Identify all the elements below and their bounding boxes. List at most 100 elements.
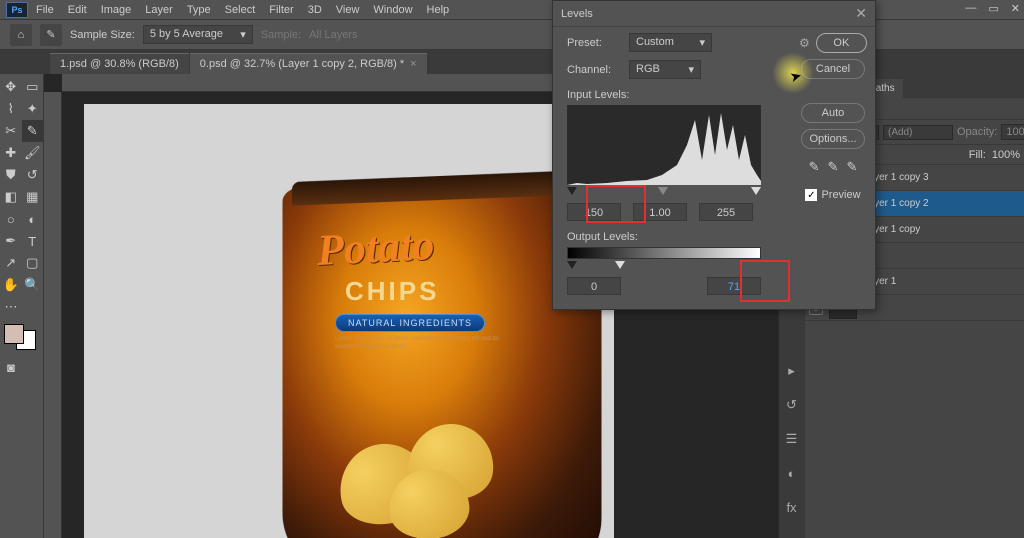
move-tool[interactable]: ✥ — [0, 76, 22, 98]
pen-tool[interactable]: ✒ — [0, 230, 22, 252]
input-sliders[interactable] — [567, 187, 761, 199]
menu-layer[interactable]: Layer — [145, 4, 173, 16]
eraser-tool[interactable]: ◧ — [0, 186, 22, 208]
fill-label: Fill: — [969, 149, 986, 161]
eyedropper-tool[interactable]: ✎ — [22, 120, 44, 142]
output-black-field[interactable]: 0 — [567, 277, 621, 295]
all-layers-label: All Layers — [309, 29, 357, 41]
tab-0psd[interactable]: 0.psd @ 32.7% (Layer 1 copy 2, RGB/8) *× — [190, 53, 427, 74]
menu-image[interactable]: Image — [101, 4, 132, 16]
styles-panel-icon[interactable]: fx — [783, 498, 801, 516]
home-icon[interactable]: ⌂ — [10, 24, 32, 46]
fill-value[interactable]: 100% — [992, 149, 1020, 161]
window-controls: — ▭ ✕ — [965, 2, 1020, 15]
lasso-tool[interactable]: ⌇ — [0, 98, 22, 120]
history-brush-tool[interactable]: ↺ — [22, 164, 44, 186]
cancel-button[interactable]: Cancel — [801, 59, 865, 79]
adjustments-panel-icon[interactable]: ◐ — [783, 464, 801, 482]
check-icon: ✓ — [805, 189, 817, 201]
product-subtext: Lorem ipsum dolor sit amet, consectetur … — [335, 336, 515, 352]
menu-select[interactable]: Select — [225, 4, 256, 16]
dodge-tool[interactable]: ◐ — [22, 208, 44, 230]
histogram[interactable] — [567, 105, 761, 185]
channel-label: Channel: — [567, 64, 621, 76]
eyedropper-row: ✎ ✎ ✎ — [809, 159, 858, 175]
opacity-label: Opacity: — [957, 126, 997, 138]
menu-3d[interactable]: 3D — [308, 4, 322, 16]
chips-pile — [339, 414, 519, 534]
auto-button[interactable]: Auto — [801, 103, 865, 123]
white-point-slider[interactable] — [751, 187, 761, 195]
ps-logo: Ps — [6, 2, 28, 18]
output-white-field[interactable]: 71 — [707, 277, 761, 295]
chips-text: CHIPS — [345, 276, 439, 307]
restore-icon[interactable]: ▭ — [988, 2, 998, 15]
sample-label: Sample: — [261, 29, 301, 41]
output-levels-label: Output Levels: — [567, 231, 789, 243]
input-white-field[interactable]: 255 — [699, 203, 753, 221]
preset-gear-icon[interactable]: ⚙ — [799, 36, 810, 50]
preview-label: Preview — [821, 189, 860, 201]
preview-checkbox[interactable]: ✓ Preview — [805, 189, 860, 201]
preset-label: Preset: — [567, 37, 621, 49]
menu-help[interactable]: Help — [427, 4, 450, 16]
input-gamma-field[interactable]: 1.00 — [633, 203, 687, 221]
marquee-tool[interactable]: ▭ — [22, 76, 44, 98]
options-button[interactable]: Options... — [801, 129, 865, 149]
chips-bag-image: Potato CHIPS NATURAL INGREDIENTS Lorem i… — [279, 184, 599, 538]
output-black-slider[interactable] — [567, 261, 577, 269]
opacity-value[interactable]: 100% — [1001, 124, 1024, 140]
heal-tool[interactable]: ✚ — [0, 142, 22, 164]
menu-edit[interactable]: Edit — [68, 4, 87, 16]
channel-select[interactable]: RGB▾ — [629, 60, 701, 79]
toolbox: ✥▭ ⌇✦ ✂✎ ✚🖌 ⛊↺ ◧▦ ○◐ ✒T ↗▢ ✋🔍 ⋯ ◙ — [0, 74, 44, 538]
white-eyedropper-icon[interactable]: ✎ — [846, 159, 857, 175]
menu-file[interactable]: File — [36, 4, 54, 16]
close-icon[interactable]: ✕ — [1011, 2, 1020, 15]
add-placeholder[interactable]: (Add) — [883, 125, 953, 140]
history-panel-icon[interactable]: ↺ — [783, 396, 801, 414]
input-black-field[interactable]: 150 — [567, 203, 621, 221]
edit-toolbar[interactable]: ⋯ — [0, 296, 22, 318]
zoom-tool[interactable]: 🔍 — [22, 274, 44, 296]
dialog-close-icon[interactable]: ✕ — [855, 5, 867, 22]
sample-size-label: Sample Size: — [70, 29, 135, 41]
gradient-tool[interactable]: ▦ — [22, 186, 44, 208]
quickmask-tool[interactable]: ◙ — [0, 356, 22, 378]
sample-size-select[interactable]: 5 by 5 Average ▾ — [143, 25, 253, 44]
brush-tool[interactable]: 🖌 — [22, 142, 44, 164]
menu-window[interactable]: Window — [373, 4, 412, 16]
black-eyedropper-icon[interactable]: ✎ — [809, 159, 820, 175]
black-point-slider[interactable] — [567, 187, 577, 195]
tab-1psd[interactable]: 1.psd @ 30.8% (RGB/8) — [50, 53, 189, 74]
menu-view[interactable]: View — [336, 4, 360, 16]
input-levels-label: Input Levels: — [567, 89, 789, 101]
shape-tool[interactable]: ▢ — [22, 252, 44, 274]
menu-type[interactable]: Type — [187, 4, 211, 16]
menu-filter[interactable]: Filter — [269, 4, 293, 16]
type-tool[interactable]: T — [22, 230, 44, 252]
eyedropper-tool-icon[interactable]: ✎ — [40, 24, 62, 46]
gray-eyedropper-icon[interactable]: ✎ — [828, 159, 839, 175]
output-sliders[interactable] — [567, 261, 761, 273]
dialog-title: Levels — [561, 8, 593, 20]
preset-select[interactable]: Custom▾ — [629, 33, 712, 52]
ok-button[interactable]: OK — [816, 33, 867, 53]
midtone-slider[interactable] — [658, 187, 668, 195]
tab-close-icon[interactable]: × — [410, 58, 416, 70]
wand-tool[interactable]: ✦ — [22, 98, 44, 120]
blur-tool[interactable]: ○ — [0, 208, 22, 230]
canvas[interactable]: Potato CHIPS NATURAL INGREDIENTS Lorem i… — [84, 104, 614, 538]
potato-text: Potato — [316, 219, 436, 276]
path-tool[interactable]: ↗ — [0, 252, 22, 274]
minimize-icon[interactable]: — — [965, 2, 976, 15]
properties-panel-icon[interactable]: ☰ — [783, 430, 801, 448]
output-white-slider[interactable] — [615, 261, 625, 269]
crop-tool[interactable]: ✂ — [0, 120, 22, 142]
actions-panel-icon[interactable]: ▸ — [783, 362, 801, 380]
stamp-tool[interactable]: ⛊ — [0, 164, 22, 186]
hand-tool[interactable]: ✋ — [0, 274, 22, 296]
color-swatch[interactable] — [4, 324, 36, 350]
output-gradient[interactable] — [567, 247, 761, 259]
dialog-titlebar[interactable]: Levels ✕ — [553, 1, 875, 27]
